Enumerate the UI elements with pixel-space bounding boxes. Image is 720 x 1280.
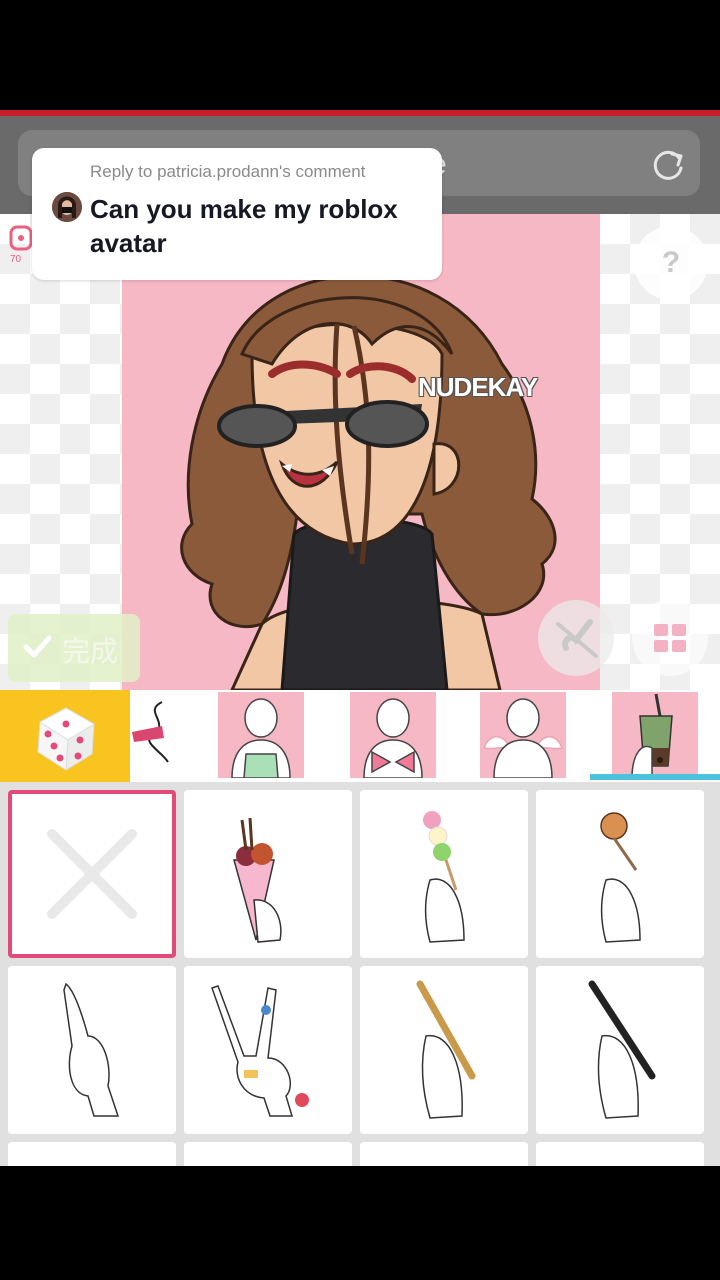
item-crepe[interactable]: [184, 790, 352, 958]
category-tab-tank-top[interactable]: [218, 692, 304, 778]
reply-to-label: Reply to patricia.prodann's comment: [90, 162, 366, 181]
category-tab-angel-wings[interactable]: [480, 692, 566, 778]
randomize-tab[interactable]: [0, 690, 130, 782]
hand-peace-sign-icon: [211, 985, 309, 1117]
item-takoyaki[interactable]: [536, 790, 704, 958]
item-pen[interactable]: [536, 966, 704, 1134]
item-partial[interactable]: [536, 1142, 704, 1166]
top-letterbox: [0, 0, 720, 110]
category-tab-partial[interactable]: [132, 692, 174, 778]
item-brush[interactable]: [360, 966, 528, 1134]
bottom-letterbox: [0, 1166, 720, 1280]
item-partial[interactable]: [360, 1142, 528, 1166]
hand-holding-brush-icon: [416, 980, 476, 1119]
grid-icon: [654, 624, 686, 652]
item-partial[interactable]: [8, 1142, 176, 1166]
brush-off-icon: [556, 619, 598, 658]
hand-holding-dango-icon: [423, 811, 465, 943]
layers-grid-button[interactable]: [632, 600, 708, 676]
help-icon: ?: [661, 246, 681, 279]
none-x-icon: [47, 829, 137, 919]
category-tab-bubble-tea[interactable]: [612, 692, 698, 778]
hand-pointing-up-icon: [63, 982, 120, 1117]
item-partial[interactable]: [184, 1142, 352, 1166]
done-button-label: 完成: [62, 636, 119, 667]
artist-watermark: NUDEKAY: [418, 372, 538, 402]
item-grid: [0, 782, 720, 1166]
svg-text:70: 70: [10, 254, 22, 264]
app-logo-icon: 70: [9, 225, 33, 264]
comment-text: Can you make my roblox avatar: [90, 194, 398, 258]
dice-icon: [37, 707, 95, 771]
item-dango[interactable]: [360, 790, 528, 958]
hand-holding-crepe-icon: [233, 817, 282, 943]
reload-icon[interactable]: [648, 146, 688, 186]
category-tab-bow-top[interactable]: [350, 692, 436, 778]
avatar-artwork: [122, 214, 600, 690]
brush-toggle-button[interactable]: [538, 600, 614, 676]
checkmark-icon: [23, 635, 52, 658]
item-none[interactable]: [8, 790, 176, 958]
hand-holding-pen-icon: [588, 980, 656, 1119]
commenter-avatar: [52, 192, 82, 222]
hand-holding-takoyaki-icon: [600, 812, 641, 943]
item-peace-hand[interactable]: [184, 966, 352, 1134]
active-tab-indicator: [590, 774, 720, 780]
item-pointing-hand[interactable]: [8, 966, 176, 1134]
